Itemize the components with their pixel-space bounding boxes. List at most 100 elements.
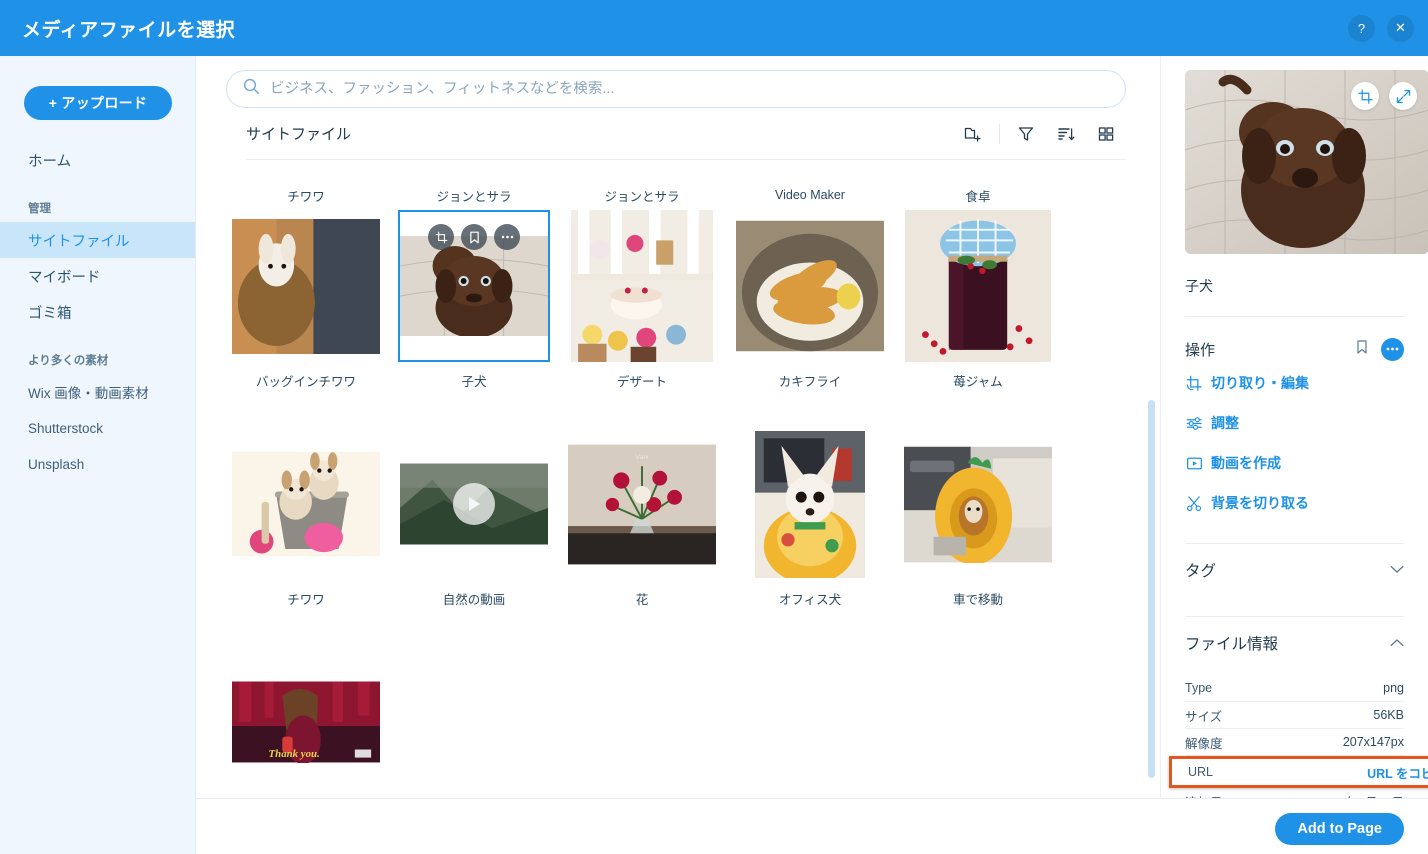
bookmark-icon[interactable]	[461, 224, 487, 250]
expand-icon[interactable]	[1389, 82, 1417, 110]
file-info-title: ファイル情報	[1185, 636, 1279, 653]
file-info-row: サイズ 56KB	[1185, 702, 1404, 729]
media-top-label: ジョンとサラ	[604, 189, 680, 204]
thumbnail-artwork	[232, 451, 380, 557]
media-grid-cell[interactable]: Video Maker カキフライ	[726, 180, 894, 398]
more-icon[interactable]	[494, 224, 520, 250]
operation-remove-background[interactable]: 背景を切り取る	[1185, 483, 1404, 523]
thumbnail-artwork	[755, 430, 865, 578]
sidebar-item-trash[interactable]: ゴミ箱	[0, 294, 195, 330]
media-grid-cell[interactable]: チワワ バッグインチワワ	[222, 180, 390, 398]
sidebar-item-home[interactable]: ホーム	[0, 142, 195, 178]
toolbar-divider	[999, 123, 1000, 144]
sidebar-item-unsplash[interactable]: Unsplash	[0, 446, 195, 482]
thumbnail-artwork: Thank you.	[232, 681, 380, 763]
thumbnail-artwork: Vani	[568, 444, 716, 564]
media-thumbnail[interactable]	[734, 428, 886, 580]
main-scrollbar[interactable]	[1148, 400, 1155, 778]
media-thumbnail[interactable]: Thank you.	[230, 646, 382, 798]
thumbnail-artwork	[571, 210, 713, 362]
media-thumbnail[interactable]	[734, 210, 886, 362]
file-info-row-url-highlighted[interactable]: URL URL をコピー	[1169, 756, 1428, 788]
media-top-label: チワワ	[287, 189, 325, 204]
media-grid-cell[interactable]: 食卓 苺ジャム	[894, 180, 1062, 398]
operations-title: 操作	[1185, 341, 1216, 359]
chevron-down-icon	[1390, 561, 1404, 579]
media-thumbnail[interactable]	[902, 428, 1054, 580]
thumbnail-artwork	[736, 220, 884, 352]
file-info-key: URL	[1188, 765, 1214, 779]
media-thumbnail[interactable]	[398, 428, 550, 580]
preview-image	[1185, 70, 1428, 254]
media-thumbnail[interactable]: Vani	[566, 428, 718, 580]
help-icon[interactable]: ?	[1348, 14, 1375, 42]
add-to-page-button[interactable]: Add to Page	[1275, 813, 1404, 845]
operations-header: 操作	[1185, 335, 1404, 363]
media-grid-cell[interactable]: ジョンとサラ 子犬	[390, 180, 558, 398]
media-top-label: Video Maker	[775, 188, 845, 202]
media-top-label	[558, 398, 726, 428]
file-info-key: サイズ	[1185, 709, 1223, 724]
media-grid-cell[interactable]: ジョンとサラ デザート	[558, 180, 726, 398]
thumbnail-artwork	[232, 218, 380, 354]
copy-url-link[interactable]: URL をコピー	[1367, 763, 1428, 782]
media-label: 自然の動画	[442, 592, 506, 607]
media-thumbnail[interactable]	[230, 210, 382, 362]
dialog-footer: Add to Page	[196, 798, 1428, 854]
more-icon[interactable]	[1381, 337, 1404, 361]
operation-label: 動画を作成	[1211, 455, 1281, 471]
sidebar-item-shutterstock[interactable]: Shutterstock	[0, 410, 195, 446]
section-title: サイトファイル	[246, 126, 352, 143]
filter-icon[interactable]	[1006, 119, 1046, 149]
search-bar[interactable]	[226, 70, 1126, 108]
sidebar-item-site-files[interactable]: サイトファイル	[0, 222, 195, 258]
sort-icon[interactable]	[1046, 119, 1086, 149]
new-folder-icon[interactable]	[953, 119, 993, 149]
thumbnail-artwork	[904, 446, 1052, 563]
media-thumbnail[interactable]	[902, 210, 1054, 362]
crop-icon[interactable]	[1351, 82, 1379, 110]
media-grid: チワワ バッグインチワワ ジョンとサラ 子犬 ジョンとサラ デザート Video Maker…	[196, 180, 1160, 798]
play-icon[interactable]	[453, 483, 495, 525]
operation-crop-edit[interactable]: 切り取り・編集	[1185, 363, 1404, 403]
sidebar-item-wix-media[interactable]: Wix 画像・動画素材	[0, 374, 195, 410]
search-input[interactable]	[270, 81, 1109, 97]
tags-accordion[interactable]: タグ	[1185, 544, 1404, 596]
upload-button[interactable]: + アップロード	[24, 86, 172, 120]
media-thumbnail[interactable]	[230, 428, 382, 580]
media-grid-cell[interactable]: 自然の動画	[390, 398, 558, 616]
media-thumbnail[interactable]	[566, 210, 718, 362]
media-grid-cell[interactable]: チワワ	[222, 398, 390, 616]
crop-icon	[1185, 374, 1211, 393]
media-label: 苺ジャム	[953, 374, 1003, 389]
operation-create-video[interactable]: 動画を作成	[1185, 443, 1404, 483]
operation-label: 切り取り・編集	[1211, 375, 1309, 391]
thumbnail-artwork	[905, 210, 1051, 362]
grid-view-icon[interactable]	[1086, 119, 1126, 149]
divider	[1185, 316, 1404, 317]
media-label: チワワ	[287, 592, 325, 607]
video-icon	[1185, 454, 1211, 473]
file-info-value: png	[1383, 681, 1404, 695]
main-content: サイトファイル チワワバッグインチワワジョンとサラ子犬ジョンとサラデザートVid…	[196, 56, 1160, 798]
toolbar-icons	[953, 119, 1126, 149]
media-top-label: ジョンとサラ	[436, 189, 512, 204]
close-icon[interactable]: ✕	[1387, 14, 1414, 42]
file-info-accordion[interactable]: ファイル情報	[1185, 617, 1404, 669]
crop-icon[interactable]	[428, 224, 454, 250]
media-top-label: 食卓	[965, 189, 991, 204]
file-info-row: 追加日2020年1月27日	[1185, 788, 1404, 799]
operation-label: 背景を切り取る	[1211, 495, 1309, 511]
media-top-label	[222, 398, 390, 428]
media-grid-cell[interactable]: 車で移動	[894, 398, 1062, 616]
thumbnail-artwork	[400, 236, 548, 336]
bookmark-icon[interactable]	[1355, 339, 1369, 360]
media-grid-cell[interactable]: Vani 花	[558, 398, 726, 616]
file-info-row: Type png	[1185, 675, 1404, 702]
sidebar-item-my-boards[interactable]: マイボード	[0, 258, 195, 294]
media-grid-cell[interactable]: オフィス犬	[726, 398, 894, 616]
media-thumbnail-selected[interactable]	[398, 210, 550, 362]
file-info-value: 207x147px	[1342, 735, 1404, 749]
operation-adjust[interactable]: 調整	[1185, 403, 1404, 443]
media-grid-cell[interactable]: Thank you.	[222, 616, 390, 798]
